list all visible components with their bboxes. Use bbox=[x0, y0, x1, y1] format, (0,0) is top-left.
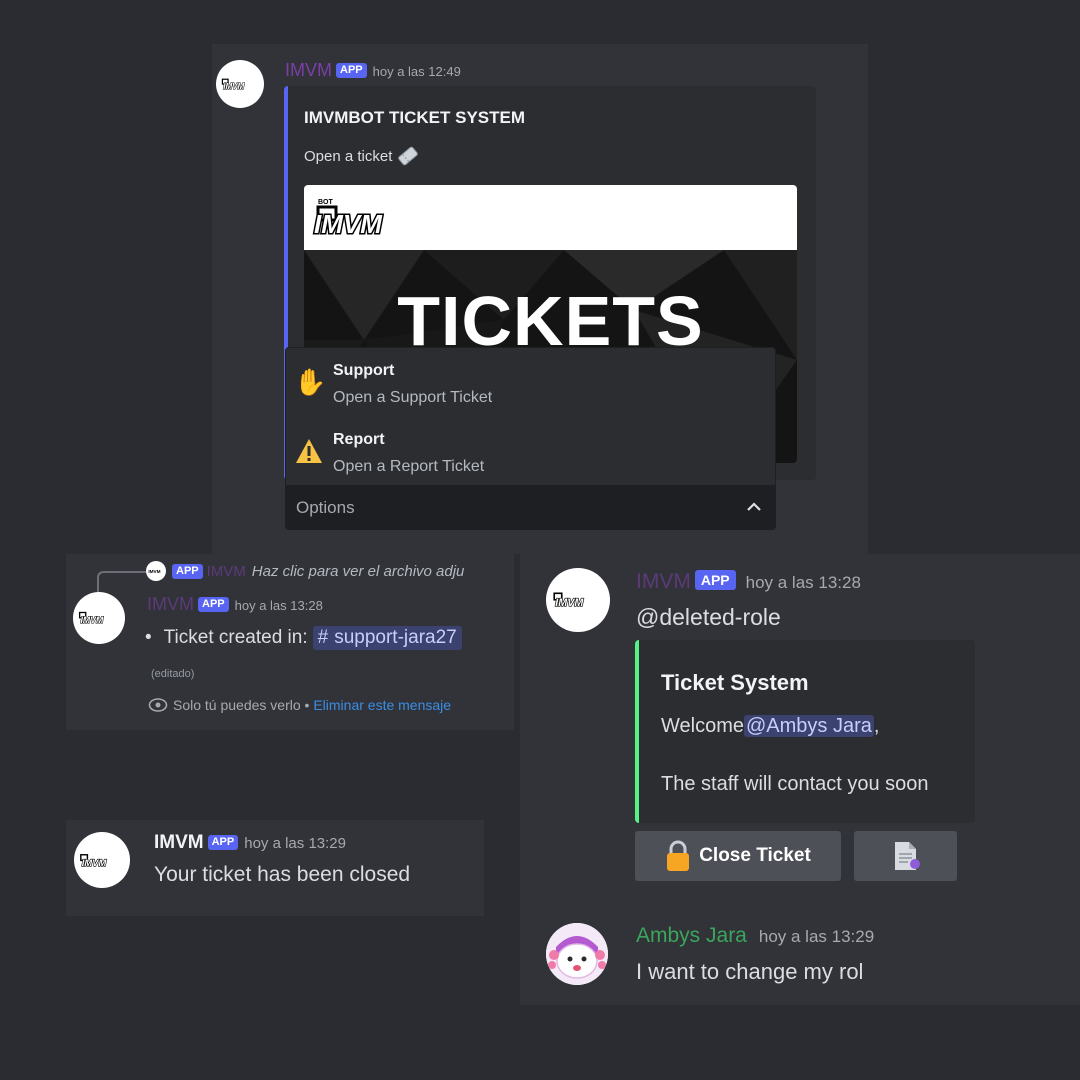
app-badge: APP bbox=[336, 63, 367, 78]
username[interactable]: IMVM bbox=[154, 832, 204, 853]
bot-avatar[interactable]: IMVM bbox=[216, 60, 264, 108]
svg-text:BOT: BOT bbox=[318, 199, 334, 206]
svg-text:IMVM: IMVM bbox=[223, 82, 244, 91]
message-panel-ticket-channel: IMVM IMVM APP hoy a las 13:28 @deleted-rol… bbox=[520, 554, 1080, 1005]
imvm-logo-icon: IMVM bbox=[221, 78, 245, 91]
reply-preview[interactable]: IMVM APP IMVM Haz clic para ver el archi… bbox=[146, 561, 464, 581]
user-mention[interactable]: @Ambys Jara bbox=[744, 715, 874, 737]
app-badge: APP bbox=[694, 570, 736, 590]
select-placeholder: Options bbox=[296, 498, 355, 517]
select-option-support[interactable]: ✋ Support Open a Support Ticket bbox=[286, 354, 775, 416]
app-badge: APP bbox=[207, 835, 239, 850]
ephemeral-note: Solo tú puedes verlo • Eliminar este men… bbox=[148, 697, 451, 713]
edited-label: (editado) bbox=[151, 668, 195, 680]
bullet-line: • Ticket created in: # support-jara27 bbox=[145, 626, 462, 650]
embed-title: IMVMBOT TICKET SYSTEM bbox=[304, 108, 525, 127]
welcome-text: Welcome bbox=[661, 715, 744, 737]
role-mention-text: @deleted-role bbox=[636, 604, 781, 630]
welcome-line: Welcome @Ambys Jara, bbox=[661, 715, 879, 738]
option-label: Report bbox=[333, 431, 385, 448]
bot-avatar[interactable]: IMVM bbox=[546, 568, 610, 632]
warning-icon bbox=[296, 439, 322, 463]
user-avatar[interactable] bbox=[546, 923, 608, 985]
imvm-logo-icon: BOT IMVM bbox=[313, 199, 385, 241]
eye-icon bbox=[148, 698, 168, 712]
svg-text:IMVM: IMVM bbox=[148, 569, 160, 574]
message-header: IMVM APP hoy a las 12:49 bbox=[285, 60, 461, 81]
imvm-logo-icon: IMVM bbox=[79, 612, 105, 626]
embed-accent-bar bbox=[635, 640, 639, 823]
message-text: Your ticket has been closed bbox=[154, 863, 411, 886]
message-panel-ticket-closed: IMVM IMVM APP hoy a las 13:29 Your ticket … bbox=[66, 820, 484, 916]
bot-avatar[interactable]: IMVM bbox=[74, 832, 130, 888]
message-header: IMVM APP hoy a las 13:29 bbox=[154, 832, 346, 854]
timestamp: hoy a las 13:28 bbox=[745, 573, 861, 592]
user-message-header: Ambys Jara hoy a las 13:29 bbox=[636, 924, 874, 948]
user-username[interactable]: Ambys Jara bbox=[636, 924, 747, 947]
select-menu-popup: ✋ Support Open a Support Ticket Report O… bbox=[285, 347, 776, 486]
user-message-text: I want to change my rol bbox=[636, 959, 864, 984]
close-ticket-label: Close Ticket bbox=[699, 845, 811, 866]
reply-username[interactable]: IMVM bbox=[207, 563, 246, 580]
timestamp: hoy a las 13:28 bbox=[234, 598, 323, 613]
message-panel-ticket-created: IMVM APP IMVM Haz clic para ver el archi… bbox=[66, 554, 514, 730]
username[interactable]: IMVM bbox=[636, 570, 691, 593]
close-ticket-button[interactable]: Close Ticket bbox=[635, 831, 841, 881]
lock-icon bbox=[667, 840, 690, 871]
comma: , bbox=[873, 715, 880, 737]
svg-text:IMVM: IMVM bbox=[82, 857, 107, 868]
bullet-dot: • bbox=[145, 627, 152, 648]
svg-text:IMVM: IMVM bbox=[555, 597, 584, 609]
bullet-text: Ticket created in: bbox=[163, 627, 308, 648]
ephemeral-separator: • bbox=[300, 697, 314, 713]
ephemeral-text: Solo tú puedes verlo bbox=[173, 697, 301, 713]
svg-text:IMVM: IMVM bbox=[81, 615, 105, 625]
axolotl-avatar-icon bbox=[546, 923, 608, 985]
embed-title: Ticket System bbox=[661, 670, 809, 695]
username[interactable]: IMVM bbox=[285, 60, 332, 80]
imvm-logo-icon: IMVM bbox=[80, 853, 108, 868]
select-option-report[interactable]: Report Open a Report Ticket bbox=[286, 423, 775, 485]
app-badge: APP bbox=[172, 563, 203, 579]
chevron-up-icon bbox=[747, 502, 761, 511]
ticket-icon bbox=[398, 146, 419, 166]
imvm-logo-icon: IMVM bbox=[148, 569, 160, 574]
username[interactable]: IMVM bbox=[147, 594, 194, 614]
document-icon bbox=[894, 842, 920, 870]
message-header: IMVM APP hoy a las 13:28 bbox=[147, 594, 323, 615]
user-timestamp: hoy a las 13:29 bbox=[758, 927, 875, 946]
bot-avatar[interactable]: IMVM bbox=[73, 592, 125, 644]
staff-line: The staff will contact you soon bbox=[661, 773, 929, 795]
embed-description: Open a ticket bbox=[304, 146, 419, 166]
option-label: Support bbox=[333, 362, 395, 379]
option-description: Open a Report Ticket bbox=[333, 458, 485, 475]
message-panel-ticket-system: IMVM IMVM APP hoy a las 12:49 IMVMBOT TICK… bbox=[212, 44, 868, 554]
hashtag-icon: # bbox=[317, 627, 329, 648]
app-badge: APP bbox=[198, 597, 229, 612]
select-menu[interactable]: Options bbox=[285, 485, 776, 530]
transcript-button[interactable] bbox=[854, 831, 957, 881]
banner-header: BOT IMVM bbox=[304, 185, 797, 250]
channel-mention[interactable]: # support-jara27 bbox=[312, 626, 462, 650]
delete-message-link[interactable]: Eliminar este mensaje bbox=[313, 697, 451, 713]
channel-name: support-jara27 bbox=[334, 627, 457, 648]
reply-avatar: IMVM bbox=[146, 561, 166, 581]
timestamp: hoy a las 12:49 bbox=[372, 64, 461, 79]
waving-hand-icon: ✋ bbox=[294, 367, 327, 397]
embed-description-text: Open a ticket bbox=[304, 147, 393, 165]
reply-text: Haz clic para ver el archivo adju bbox=[251, 562, 465, 580]
timestamp: hoy a las 13:29 bbox=[244, 835, 346, 852]
welcome-embed: Ticket System Welcome @Ambys Jara, The st… bbox=[635, 640, 975, 823]
option-description: Open a Support Ticket bbox=[333, 389, 493, 406]
imvm-logo-icon: IMVM bbox=[553, 592, 585, 610]
message-header: IMVM APP hoy a las 13:28 bbox=[636, 570, 861, 594]
banner-logo-text: IMVM bbox=[314, 209, 383, 239]
